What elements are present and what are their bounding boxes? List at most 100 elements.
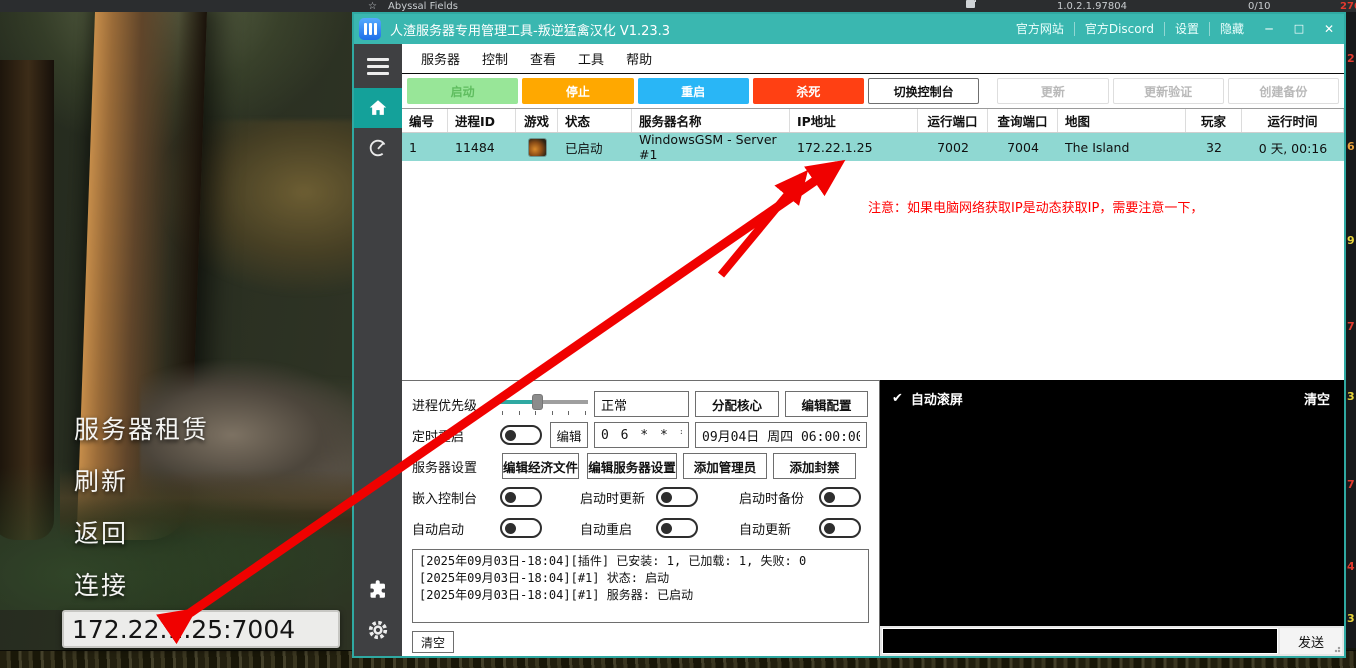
send-button[interactable]: 发送 [1280, 628, 1342, 654]
assign-cores-button[interactable]: 分配核心 [695, 391, 779, 417]
col-pid[interactable]: 进程ID [448, 109, 516, 132]
clipped-game-column: 26 97 37 43 [1346, 12, 1356, 648]
settings-link[interactable]: 设置 [1164, 22, 1209, 36]
server-list-players: 0/10 [1248, 0, 1270, 12]
server-control-panel: 进程优先级 分配核心 编辑配置 定时重启 编辑 [402, 380, 880, 656]
game-menu-server-rental[interactable]: 服务器租赁 [74, 410, 209, 446]
menu-view[interactable]: 查看 [519, 49, 567, 68]
update-on-start-label: 启动时更新 [580, 488, 656, 507]
cron-input[interactable] [594, 422, 689, 448]
official-discord-link[interactable]: 官方Discord [1074, 22, 1164, 36]
game-menu-back[interactable]: 返回 [74, 514, 128, 550]
embed-console-toggle[interactable] [500, 487, 542, 507]
clear-log-button[interactable]: 清空 [412, 631, 454, 653]
stop-button[interactable]: 停止 [522, 78, 633, 104]
add-admin-button[interactable]: 添加管理员 [683, 453, 767, 479]
update-verify-button[interactable]: 更新验证 [1113, 78, 1224, 104]
slider-thumb[interactable] [533, 395, 542, 409]
window-title: 人渣服务器专用管理工具-叛逆猛禽汉化 V1.23.3 [390, 20, 1006, 39]
next-restart-input[interactable] [695, 422, 867, 448]
minimize-button[interactable]: ─ [1254, 14, 1284, 44]
sidebar [354, 44, 402, 656]
kill-button[interactable]: 杀死 [753, 78, 864, 104]
restart-button[interactable]: 重启 [638, 78, 749, 104]
menu-tools[interactable]: 工具 [567, 49, 615, 68]
auto-restart-toggle[interactable] [656, 518, 698, 538]
cell-query-port: 7004 [988, 133, 1058, 161]
log-line: [2025年09月03日-18:04][#1] 服务器: 已启动 [419, 588, 693, 602]
embed-console-label: 嵌入控制台 [412, 488, 500, 507]
sidebar-item-home[interactable] [354, 88, 402, 128]
lock-icon [966, 0, 975, 8]
col-game[interactable]: 游戏 [516, 109, 558, 132]
col-uptime[interactable]: 运行时间 [1242, 109, 1344, 132]
auto-update-label: 自动更新 [739, 519, 819, 538]
backup-on-start-label: 启动时备份 [739, 488, 819, 507]
col-status[interactable]: 状态 [558, 109, 632, 132]
update-on-start-toggle[interactable] [656, 487, 698, 507]
cell-status: 已启动 [558, 133, 632, 161]
cell-server-name: WindowsGSM - Server #1 [632, 133, 790, 161]
edit-economy-button[interactable]: 编辑经济文件 [502, 453, 579, 479]
col-run-port[interactable]: 运行端口 [918, 109, 988, 132]
sidebar-item-plugins[interactable] [354, 570, 402, 610]
scheduled-restart-toggle[interactable] [500, 425, 542, 445]
priority-value-input[interactable] [594, 391, 689, 417]
auto-start-label: 自动启动 [412, 519, 500, 538]
hamburger-menu-icon[interactable] [354, 44, 402, 88]
command-input[interactable] [882, 628, 1278, 654]
titlebar: 人渣服务器专用管理工具-叛逆猛禽汉化 V1.23.3 官方网站 官方Discor… [354, 14, 1344, 44]
send-label: 发送 [1298, 632, 1324, 651]
cell-pid: 11484 [448, 133, 516, 161]
cell-ip: 172.22.1.25 [790, 133, 918, 161]
cell-uptime: 0 天, 00:16 [1242, 133, 1344, 161]
sidebar-item-settings[interactable] [354, 610, 402, 650]
close-button[interactable]: ✕ [1314, 14, 1344, 44]
create-backup-button[interactable]: 创建备份 [1228, 78, 1339, 104]
auto-update-toggle[interactable] [819, 518, 861, 538]
menu-control[interactable]: 控制 [471, 49, 519, 68]
maximize-button[interactable]: □ [1284, 14, 1314, 44]
official-site-link[interactable]: 官方网站 [1006, 22, 1074, 36]
backup-on-start-toggle[interactable] [819, 487, 861, 507]
col-ip[interactable]: IP地址 [790, 109, 918, 132]
menu-server[interactable]: 服务器 [410, 49, 471, 68]
priority-label: 进程优先级 [412, 395, 500, 414]
start-button[interactable]: 启动 [407, 78, 518, 104]
edit-server-config-button[interactable]: 编辑服务器设置 [587, 453, 677, 479]
game-menu-connect[interactable]: 连接 [74, 566, 128, 602]
server-table-row[interactable]: 1 11484 已启动 WindowsGSM - Server #1 172.2… [402, 133, 1344, 161]
toggle-console-button[interactable]: 切换控制台 [868, 78, 979, 104]
app-icon [359, 18, 381, 40]
auto-start-toggle[interactable] [500, 518, 542, 538]
col-players[interactable]: 玩家 [1186, 109, 1242, 132]
edit-config-button[interactable]: 编辑配置 [785, 391, 868, 417]
autoscroll-label: 自动滚屏 [911, 389, 963, 408]
col-map[interactable]: 地图 [1058, 109, 1186, 132]
server-list-name: Abyssal Fields [388, 0, 458, 12]
table-empty-area: 注意：如果电脑网络获取IP是动态获取IP，需要注意一下， [402, 161, 1344, 380]
server-table-header: 编号 进程ID 游戏 状态 服务器名称 IP地址 运行端口 查询端口 地图 玩家… [402, 108, 1344, 133]
update-button[interactable]: 更新 [997, 78, 1108, 104]
ip-warning-note: 注意：如果电脑网络获取IP是动态获取IP，需要注意一下， [868, 197, 1203, 216]
priority-slider[interactable] [500, 393, 588, 415]
game-menu-refresh[interactable]: 刷新 [74, 462, 128, 498]
server-settings-label: 服务器设置 [412, 457, 500, 476]
edit-cron-button[interactable]: 编辑 [550, 422, 588, 448]
event-log: [2025年09月03日-18:04][插件] 已安装: 1, 已加载: 1, … [412, 549, 869, 623]
col-query-port[interactable]: 查询端口 [988, 109, 1058, 132]
menu-help[interactable]: 帮助 [615, 49, 663, 68]
hide-link[interactable]: 隐藏 [1209, 22, 1254, 36]
server-list-ping: 276 [1340, 0, 1356, 12]
col-id[interactable]: 编号 [402, 109, 448, 132]
game-ip-input[interactable] [62, 610, 340, 648]
game-icon [529, 139, 546, 156]
add-ban-button[interactable]: 添加封禁 [773, 453, 856, 479]
clear-console-button[interactable]: 清空 [1304, 389, 1330, 408]
resize-grip[interactable] [1331, 643, 1341, 653]
sidebar-item-dashboard[interactable] [354, 128, 402, 168]
col-server-name[interactable]: 服务器名称 [632, 109, 790, 132]
check-icon: ✔ [892, 391, 903, 406]
app-window: 人渣服务器专用管理工具-叛逆猛禽汉化 V1.23.3 官方网站 官方Discor… [352, 12, 1346, 658]
autoscroll-checkbox[interactable]: ✔ 自动滚屏 [892, 389, 963, 408]
